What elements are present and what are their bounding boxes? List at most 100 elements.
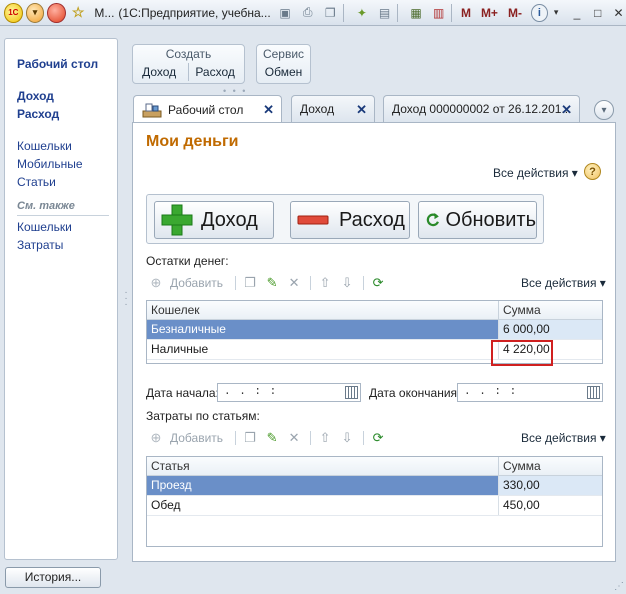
add-icon[interactable]: ⊕	[148, 430, 164, 446]
create-income-link[interactable]: Доход	[136, 63, 182, 81]
balances-all-actions[interactable]: Все действия ▾	[521, 276, 606, 290]
desktop-tab-icon	[142, 103, 162, 117]
toolbar-separator	[396, 3, 398, 22]
costs-all-actions[interactable]: Все действия ▾	[521, 431, 606, 445]
table-row[interactable]: Обед 450,00	[147, 496, 602, 516]
refresh-icon[interactable]: ⟳	[370, 275, 386, 291]
app-logo-icon[interactable]: 1С	[4, 2, 23, 23]
sidebar-item-expense[interactable]: Расход	[17, 105, 117, 123]
calendar-icon[interactable]	[587, 386, 600, 399]
tab-close-icon[interactable]: ✕	[356, 102, 367, 118]
memory-m-button[interactable]: M	[461, 6, 471, 20]
all-actions-menu[interactable]: Все действия ▾	[493, 166, 578, 180]
help-icon[interactable]: ?	[584, 163, 601, 180]
add-favorite-icon[interactable]: ✦	[354, 4, 371, 22]
maximize-icon[interactable]: □	[590, 5, 605, 21]
tab-income-doc[interactable]: Доход 000000002 от 26.12.201... ✕	[383, 95, 580, 122]
date-end-field[interactable]: . . : :	[457, 383, 603, 402]
minus-icon	[297, 215, 329, 225]
table-row[interactable]: Проезд 330,00	[147, 476, 602, 496]
wallet-cell[interactable]: Безналичные	[147, 320, 499, 339]
see-also-wallets[interactable]: Кошельки	[17, 218, 117, 236]
costs-label: Затраты по статьям:	[146, 409, 260, 423]
calculator-icon[interactable]: ▦	[408, 4, 425, 22]
plus-icon	[161, 204, 193, 236]
see-also-costs[interactable]: Затраты	[17, 236, 117, 254]
refresh-button[interactable]: Обновить	[418, 201, 537, 239]
create-expense-link[interactable]: Расход	[188, 63, 241, 81]
minimize-icon[interactable]: _	[570, 5, 585, 21]
close-icon[interactable]: ✕	[611, 5, 626, 21]
column-header-amount[interactable]: Сумма	[499, 457, 602, 475]
add-icon[interactable]: ⊕	[148, 275, 164, 291]
info-icon[interactable]: i	[530, 3, 548, 22]
main-menu-icon[interactable]: ▾	[25, 2, 45, 23]
move-up-icon[interactable]: ⇧	[317, 275, 333, 291]
column-header-amount[interactable]: Сумма	[499, 301, 602, 319]
balances-toolbar: ⊕ Добавить ❐ ✎ ✕ ⇧ ⇩ ⟳	[148, 274, 392, 292]
info-dropdown-icon[interactable]: ▾	[549, 5, 564, 21]
tab-desktop[interactable]: Рабочий стол ✕	[133, 95, 282, 123]
add-button[interactable]: Добавить	[170, 431, 223, 445]
stop-icon[interactable]	[47, 2, 66, 23]
sections-panel: Рабочий стол Доход Расход Кошельки Мобил…	[4, 38, 118, 560]
delete-icon[interactable]: ✕	[286, 430, 302, 446]
column-header-wallet[interactable]: Кошелек	[147, 301, 499, 319]
sidebar-item-articles[interactable]: Статьи	[17, 173, 117, 191]
favorites-star-icon[interactable]: ☆	[69, 3, 88, 23]
toolbar-separator	[451, 3, 452, 22]
sidebar-item-wallets[interactable]: Кошельки	[17, 137, 117, 155]
service-exchange-link[interactable]: Обмен	[259, 63, 309, 81]
toolbar-separator	[310, 276, 312, 290]
add-button[interactable]: Добавить	[170, 276, 223, 290]
copy-icon[interactable]: ❐	[242, 430, 258, 446]
article-cell[interactable]: Обед	[147, 496, 499, 515]
tab-close-icon[interactable]: ✕	[561, 102, 572, 118]
date-start-field[interactable]: . . : :	[217, 383, 361, 402]
copy-icon[interactable]: ❐	[322, 4, 339, 22]
move-down-icon[interactable]: ⇩	[339, 275, 355, 291]
delete-icon[interactable]: ✕	[286, 275, 302, 291]
resize-grip-icon[interactable]: ⋰	[614, 581, 624, 592]
memory-mplus-button[interactable]: M+	[481, 6, 498, 20]
edit-icon[interactable]: ✎	[264, 275, 280, 291]
tab-income[interactable]: Доход ✕	[291, 95, 375, 122]
memory-mminus-button[interactable]: M-	[508, 6, 522, 20]
refresh-icon[interactable]: ⟳	[370, 430, 386, 446]
amount-cell[interactable]: 450,00	[499, 496, 602, 515]
tabs-more-icon[interactable]: ▾	[594, 100, 614, 120]
balances-label: Остатки денег:	[146, 254, 229, 268]
expense-button[interactable]: Расход	[290, 201, 410, 239]
toolbar-separator	[235, 276, 237, 290]
calendar-icon[interactable]	[345, 386, 358, 399]
sidebar-item-desktop[interactable]: Рабочий стол	[17, 55, 117, 73]
history-button[interactable]: История...	[5, 567, 101, 588]
amount-cell[interactable]: 330,00	[499, 476, 602, 495]
table-row[interactable]: Безналичные 6 000,00	[147, 320, 602, 340]
costs-table[interactable]: Статья Сумма Проезд 330,00 Обед 450,00	[146, 456, 603, 547]
document-icon[interactable]: ▤	[376, 4, 393, 22]
costs-toolbar: ⊕ Добавить ❐ ✎ ✕ ⇧ ⇩ ⟳	[148, 429, 392, 447]
move-down-icon[interactable]: ⇩	[339, 430, 355, 446]
wallet-cell[interactable]: Наличные	[147, 340, 499, 359]
sidebar-item-income[interactable]: Доход	[17, 87, 117, 105]
form-title: Мои деньги	[146, 133, 239, 150]
print-icon[interactable]: ⎙	[299, 4, 316, 22]
panel-splitter[interactable]: · · ·	[123, 288, 129, 310]
tab-close-icon[interactable]: ✕	[263, 102, 274, 118]
move-up-icon[interactable]: ⇧	[317, 430, 333, 446]
article-cell[interactable]: Проезд	[147, 476, 499, 495]
date-end-value: . . : :	[464, 386, 518, 398]
refresh-button-label: Обновить	[445, 208, 536, 231]
sidebar-item-mobile[interactable]: Мобильные	[17, 155, 117, 173]
edit-icon[interactable]: ✎	[264, 430, 280, 446]
copy-icon[interactable]: ❐	[242, 275, 258, 291]
income-button[interactable]: Доход	[154, 201, 274, 239]
toolbar-separator	[342, 3, 344, 22]
amount-cell[interactable]: 6 000,00	[499, 320, 602, 339]
calendar-icon[interactable]: ▥	[430, 4, 447, 22]
save-icon[interactable]: ▣	[277, 4, 294, 22]
column-header-article[interactable]: Статья	[147, 457, 499, 475]
